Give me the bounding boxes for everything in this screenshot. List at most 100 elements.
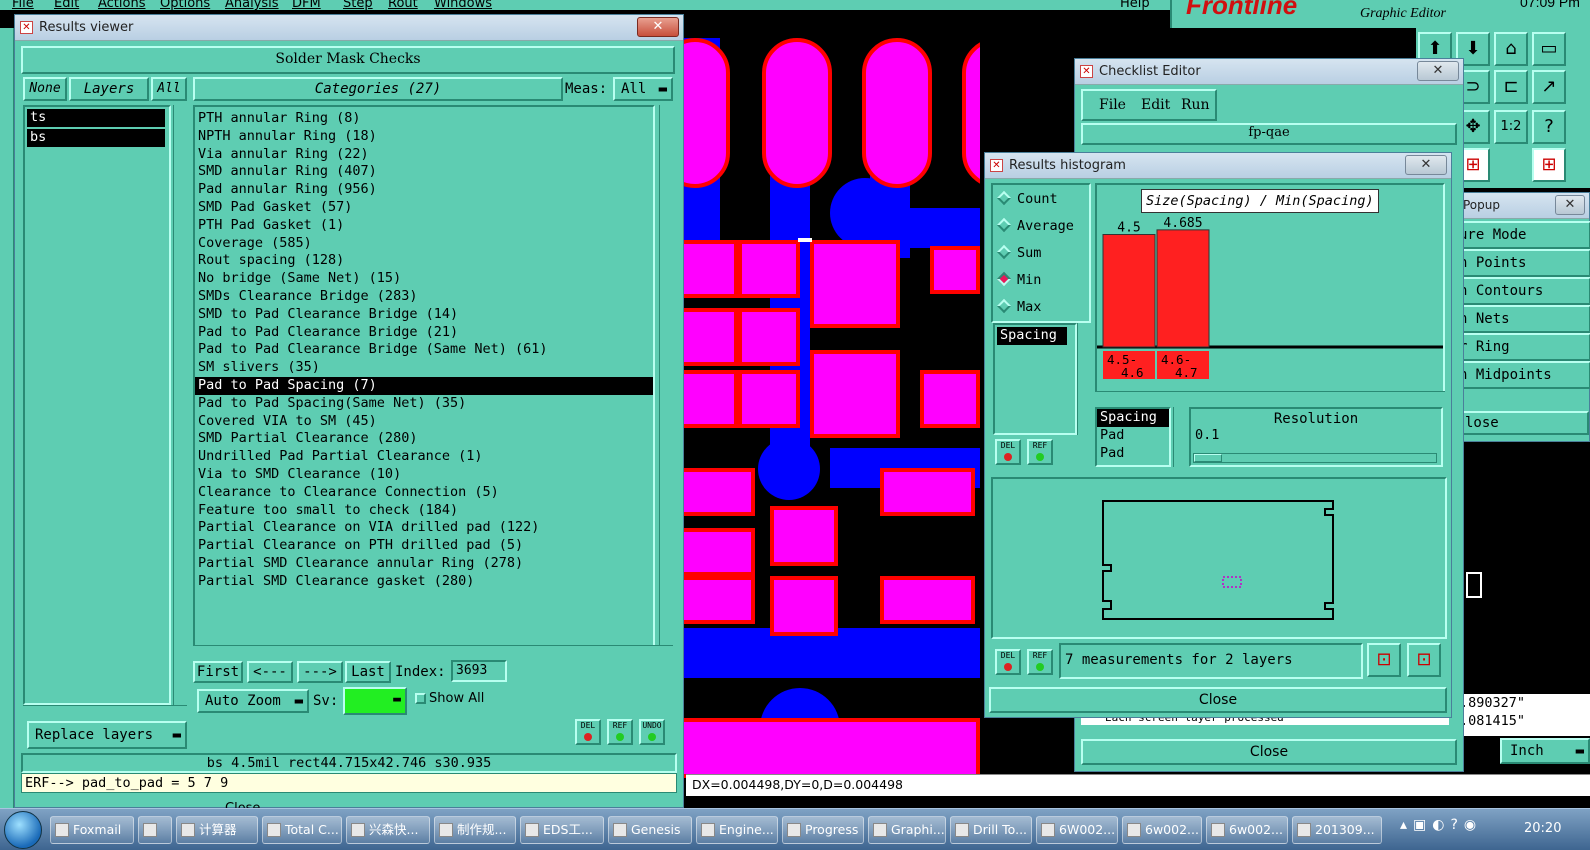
category-item[interactable]: Partial Clearance on VIA drilled pad (12… bbox=[195, 519, 653, 537]
category-item[interactable]: Covered VIA to SM (45) bbox=[195, 413, 653, 431]
histogram-sub-list[interactable]: Spacing Pad Pad bbox=[1095, 407, 1171, 467]
checklist-close-button[interactable]: Close bbox=[1081, 739, 1457, 765]
layers-scrollbar[interactable] bbox=[173, 105, 187, 705]
histogram-field-scrollbar[interactable] bbox=[1077, 323, 1091, 435]
taskbar-item[interactable]: Graphi... bbox=[868, 816, 946, 844]
checklist-menu-file[interactable]: File bbox=[1099, 97, 1126, 113]
help-icon[interactable]: ? bbox=[1532, 110, 1566, 144]
histogram-pan-icon[interactable]: ⊡ bbox=[1407, 643, 1441, 677]
popup-titlebar[interactable]: Popup ✕ bbox=[1451, 193, 1589, 219]
resolution-slider[interactable] bbox=[1193, 453, 1437, 463]
category-item[interactable]: Feature too small to check (184) bbox=[195, 502, 653, 520]
category-item[interactable]: Pad to Pad Clearance Bridge (21) bbox=[195, 324, 653, 342]
category-item[interactable]: Via to SMD Clearance (10) bbox=[195, 466, 653, 484]
category-item[interactable]: SMD Pad Gasket (57) bbox=[195, 199, 653, 217]
checklist-menu-edit[interactable]: Edit bbox=[1141, 97, 1170, 113]
mode-radio-average[interactable]: Average bbox=[996, 217, 1074, 234]
categories-hscrollbar[interactable] bbox=[193, 645, 673, 657]
first-button[interactable]: First bbox=[193, 661, 243, 683]
taskbar-item[interactable]: 制作规... bbox=[434, 816, 516, 844]
taskbar-item[interactable]: Engine... bbox=[696, 816, 778, 844]
layer-item[interactable]: bs bbox=[27, 128, 165, 147]
results-viewer-close-button[interactable]: ✕ bbox=[637, 17, 679, 37]
histogram-zoom-icon[interactable]: ⊡ bbox=[1367, 643, 1401, 677]
chart-hscrollbar[interactable] bbox=[1095, 391, 1445, 403]
category-item[interactable]: SMDs Clearance Bridge (283) bbox=[195, 288, 653, 306]
category-item[interactable]: NPTH annular Ring (18) bbox=[195, 128, 653, 146]
category-item[interactable]: Pad to Pad Clearance Bridge (Same Net) (… bbox=[195, 341, 653, 359]
popup-item[interactable]: n Points bbox=[1451, 249, 1590, 277]
mode-radio-count[interactable]: Count bbox=[996, 190, 1058, 207]
home-icon[interactable]: ⌂ bbox=[1494, 32, 1528, 66]
category-item[interactable]: Partial Clearance on PTH drilled pad (5) bbox=[195, 537, 653, 555]
show-all-checkbox[interactable] bbox=[415, 693, 426, 704]
mode-radio-max[interactable]: Max bbox=[996, 298, 1041, 315]
taskbar-item[interactable]: 201309... bbox=[1292, 816, 1382, 844]
none-button[interactable]: None bbox=[23, 77, 67, 101]
toolbar-icon-8[interactable]: ↗ bbox=[1532, 70, 1566, 104]
popup-close-x[interactable]: ✕ bbox=[1555, 195, 1585, 215]
histogram-sub-item[interactable]: Spacing bbox=[1097, 409, 1169, 427]
toolbar-icon-15[interactable]: ⊞ bbox=[1532, 148, 1566, 182]
preview-ref-button[interactable]: REF bbox=[1027, 649, 1053, 675]
checklist-close-x[interactable]: ✕ bbox=[1417, 61, 1459, 81]
taskbar-item[interactable]: 兴森快... bbox=[346, 816, 430, 844]
del-button[interactable]: DEL bbox=[575, 719, 601, 745]
popup-item[interactable]: n Nets bbox=[1451, 305, 1590, 333]
preview-del-button[interactable]: DEL bbox=[995, 649, 1021, 675]
category-item[interactable]: Via annular Ring (22) bbox=[195, 146, 653, 164]
taskbar-item[interactable]: 6w002... bbox=[1122, 816, 1202, 844]
layers-list[interactable]: ts bs bbox=[23, 105, 171, 705]
category-item[interactable]: SMD annular Ring (407) bbox=[195, 163, 653, 181]
all-layers-button[interactable]: All bbox=[151, 77, 187, 101]
taskbar-item[interactable]: 计算器 bbox=[176, 816, 258, 844]
unit-dropdown[interactable]: Inch ▬ bbox=[1500, 738, 1590, 764]
menu-windows[interactable]: Windows bbox=[434, 0, 492, 10]
menu-file[interactable]: File bbox=[12, 0, 34, 10]
menu-edit[interactable]: Edit bbox=[54, 0, 79, 10]
menu-help[interactable]: Help bbox=[1120, 0, 1150, 10]
popup-close-button[interactable]: lose bbox=[1459, 411, 1589, 435]
category-item[interactable]: PTH Pad Gasket (1) bbox=[195, 217, 653, 235]
auto-zoom-dropdown[interactable]: Auto Zoom ▬ bbox=[197, 689, 309, 713]
next-button[interactable]: ---> bbox=[297, 661, 343, 683]
taskbar-item[interactable]: 6w002... bbox=[1206, 816, 1288, 844]
taskbar-item[interactable]: Total C... bbox=[262, 816, 342, 844]
category-item[interactable]: Pad to Pad Spacing(Same Net) (35) bbox=[195, 395, 653, 413]
sub-list-scrollbar[interactable] bbox=[1173, 407, 1187, 467]
start-button[interactable] bbox=[4, 811, 42, 849]
meas-dropdown[interactable]: All ▬ bbox=[613, 77, 673, 101]
undo-button[interactable]: UNDO bbox=[639, 719, 665, 745]
resolution-slider-thumb[interactable] bbox=[1194, 454, 1222, 462]
histogram-ref-button[interactable]: REF bbox=[1027, 439, 1053, 465]
pcb-canvas[interactable] bbox=[680, 28, 980, 788]
category-item[interactable]: PTH annular Ring (8) bbox=[195, 110, 653, 128]
category-item[interactable]: Undrilled Pad Partial Clearance (1) bbox=[195, 448, 653, 466]
taskbar-item[interactable]: Foxmail bbox=[50, 816, 134, 844]
category-item[interactable]: Pad annular Ring (956) bbox=[195, 181, 653, 199]
scale-icon[interactable]: 1:2 bbox=[1494, 110, 1528, 144]
menu-step[interactable]: Step bbox=[343, 0, 373, 10]
sv-color-dropdown[interactable]: ▬ bbox=[343, 687, 407, 715]
checklist-menu-run[interactable]: Run bbox=[1181, 97, 1210, 113]
histogram-sub-item[interactable]: Pad bbox=[1097, 427, 1169, 445]
menu-options[interactable]: Options bbox=[160, 0, 210, 10]
popup-item[interactable]: n Contours bbox=[1451, 277, 1590, 305]
taskbar-item[interactable]: EDS工... bbox=[520, 816, 604, 844]
mode-radio-min[interactable]: Min bbox=[996, 271, 1041, 288]
menu-dfm[interactable]: DFM bbox=[292, 0, 321, 10]
histogram-field-item[interactable]: Spacing bbox=[997, 327, 1067, 345]
category-item[interactable]: Pad to Pad Spacing (7) bbox=[195, 376, 653, 395]
results-viewer-titlebar[interactable]: ✕ Results viewer ✕ bbox=[15, 15, 683, 41]
taskbar-item[interactable]: 6W002... bbox=[1036, 816, 1118, 844]
layer-item[interactable]: ts bbox=[27, 109, 165, 127]
popup-item[interactable]: r Ring bbox=[1451, 333, 1590, 361]
category-item[interactable]: SMD Partial Clearance (280) bbox=[195, 430, 653, 448]
categories-list[interactable]: PTH annular Ring (8) NPTH annular Ring (1… bbox=[193, 105, 655, 653]
menu-actions[interactable]: Actions bbox=[98, 0, 146, 10]
histogram-del-button[interactable]: DEL bbox=[995, 439, 1021, 465]
histogram-close-x[interactable]: ✕ bbox=[1405, 155, 1447, 175]
histogram-close-button[interactable]: Close bbox=[989, 687, 1447, 713]
histogram-sub-item[interactable]: Pad bbox=[1097, 445, 1169, 463]
taskbar-item[interactable] bbox=[138, 816, 172, 844]
